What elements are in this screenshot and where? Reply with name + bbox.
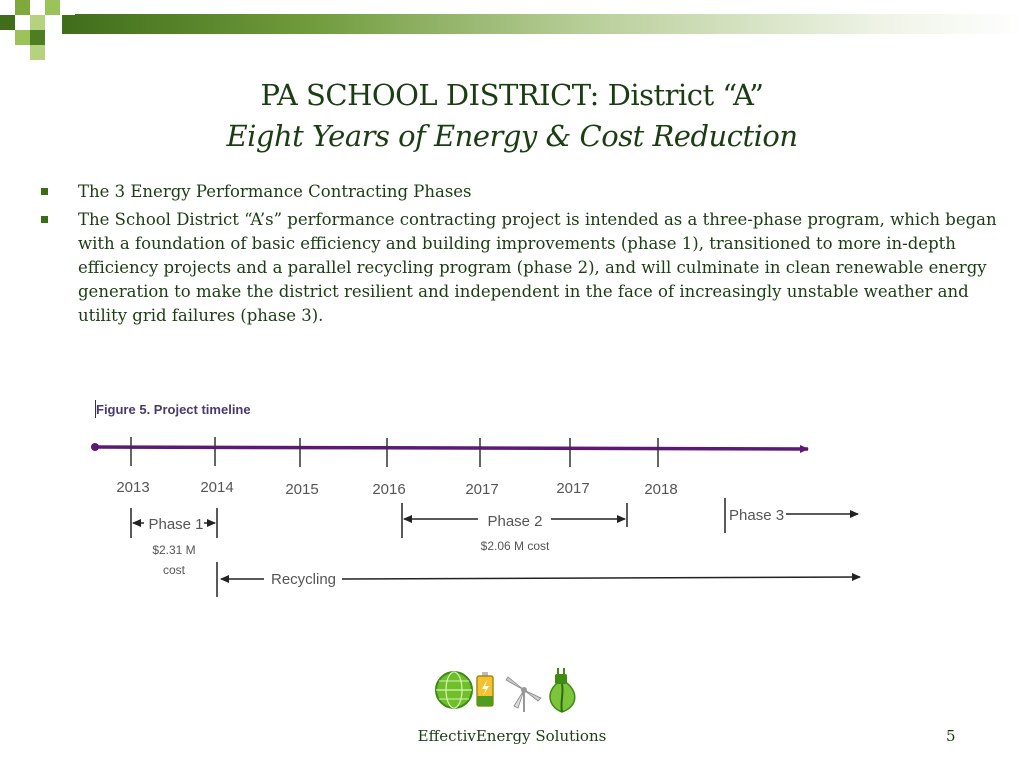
- phase-1-cost: $2.31 M: [152, 543, 195, 557]
- recycling-label: Recycling: [271, 571, 336, 588]
- project-timeline-figure: Figure 5. Project timeline 2013 2014 201…: [91, 400, 861, 597]
- globe-icon: [435, 671, 473, 709]
- year-label: 2014: [200, 479, 233, 496]
- company-logo: [435, 668, 576, 713]
- phase-1-label: Phase 1: [148, 516, 203, 533]
- figure-caption: Figure 5. Project timeline: [96, 402, 251, 417]
- phase-1-cost-suffix: cost: [163, 563, 186, 577]
- phase-2-cost: $2.06 M cost: [481, 539, 550, 553]
- year-label: 2016: [372, 481, 405, 498]
- year-label: 2013: [116, 479, 149, 496]
- year-label: 2015: [285, 481, 318, 498]
- page-number: 5: [946, 727, 956, 745]
- plug-leaf-icon: [549, 668, 576, 713]
- phase-2-label: Phase 2: [487, 513, 542, 530]
- year-label: 2017: [465, 481, 498, 498]
- phase-3-label: Phase 3: [729, 507, 784, 524]
- year-label: 2017: [556, 480, 589, 497]
- timeline-axis: [94, 444, 809, 453]
- year-label: 2018: [644, 481, 677, 498]
- battery-icon: [476, 672, 494, 707]
- footer-company-name: EffectivEnergy Solutions: [417, 727, 607, 745]
- wind-turbine-icon: [505, 676, 542, 712]
